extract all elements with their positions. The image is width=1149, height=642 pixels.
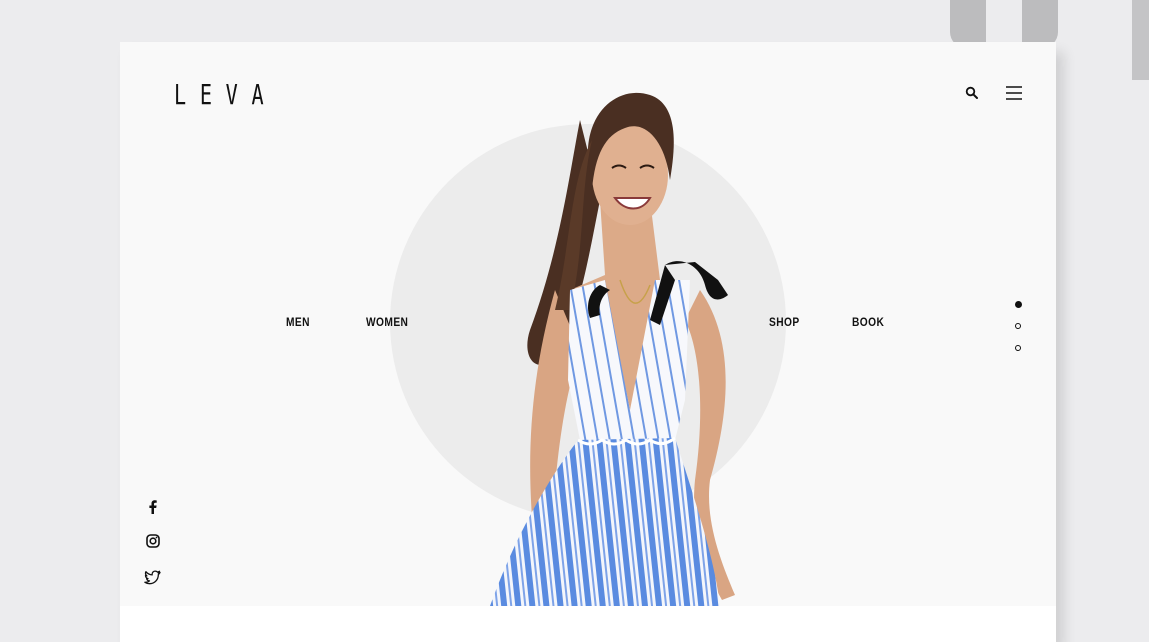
nav-women[interactable]: WOMEN [366, 315, 408, 329]
hamburger-menu-icon[interactable] [1004, 84, 1024, 102]
background-shape [1132, 0, 1149, 80]
background-shape [950, 0, 986, 48]
brand-logo[interactable]: LEVA [174, 80, 277, 110]
hero-model-image [490, 92, 735, 606]
slider-dot-1[interactable] [1015, 301, 1022, 308]
slider-pagination [1012, 298, 1026, 358]
slider-dot-3[interactable] [1015, 345, 1021, 351]
facebook-icon[interactable] [144, 498, 162, 516]
slider-dot-2[interactable] [1015, 323, 1021, 329]
instagram-icon[interactable] [144, 532, 162, 550]
twitter-icon[interactable] [144, 568, 162, 586]
card-footer-strip [120, 606, 1056, 642]
nav-men[interactable]: MEN [286, 315, 310, 329]
nav-book[interactable]: BOOK [852, 315, 884, 329]
search-icon[interactable] [964, 85, 980, 101]
background-shape [1022, 0, 1058, 48]
hero-card: LEVA MEN WOMEN SHOP BOOK [120, 42, 1056, 642]
nav-shop[interactable]: SHOP [769, 315, 800, 329]
